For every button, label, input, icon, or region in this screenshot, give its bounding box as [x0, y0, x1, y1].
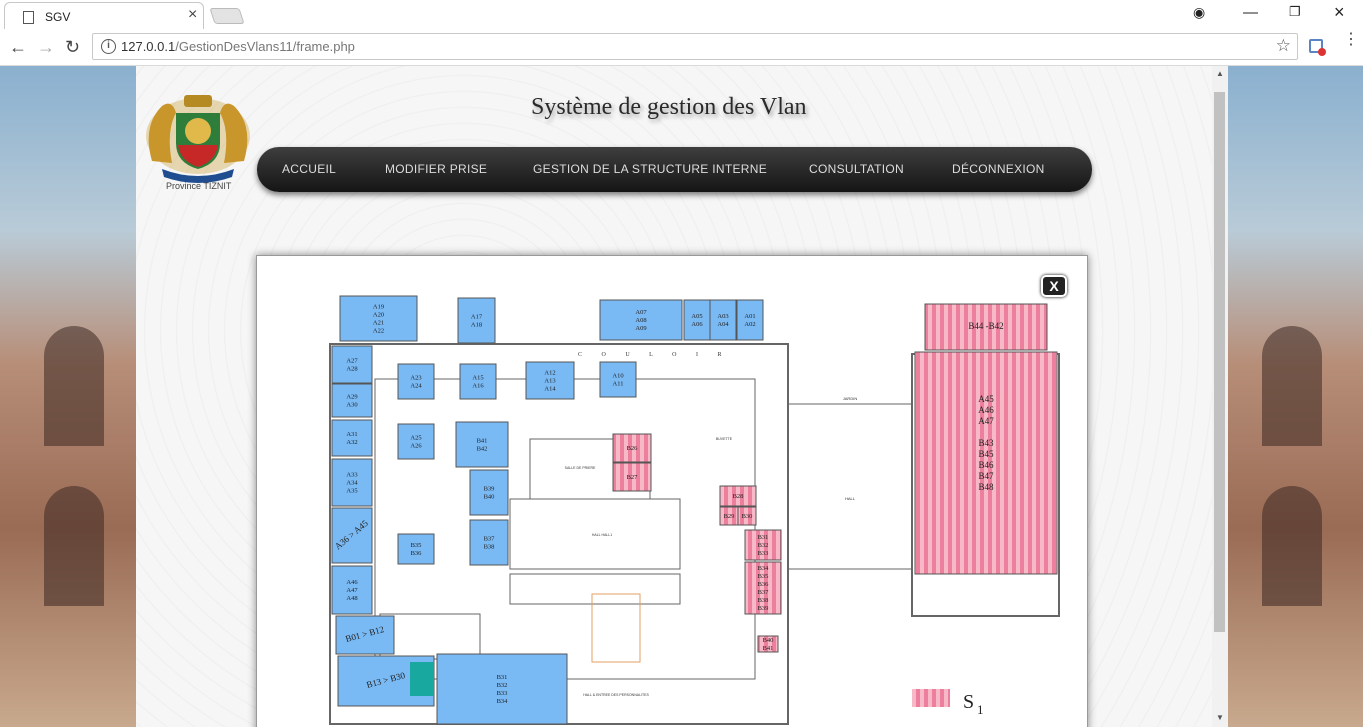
page-scrollbar[interactable]: ▲ ▼ — [1212, 66, 1228, 727]
salle-priere-label: SALLE DE PRIERE — [565, 466, 596, 470]
forward-icon[interactable]: → — [37, 37, 55, 58]
floor-plan[interactable]: A19 A20 A21 A22 A17 A18 A07 A08 A09 A05 A06 A03 A04 A… — [300, 294, 1080, 727]
blue-room-16[interactable] — [397, 423, 435, 460]
pink-room-label-7: B31 B32 B33 — [758, 534, 769, 557]
pink-room-label-9: B40 B41 — [763, 637, 774, 652]
blue-room-label-12: A23 A24 — [410, 375, 422, 390]
blue-room-17[interactable] — [455, 421, 509, 468]
blue-room-13[interactable] — [459, 363, 497, 400]
pink-room-label-5: B29 — [724, 513, 735, 520]
nav-consultation[interactable]: CONSULTATION — [809, 162, 904, 176]
scroll-down-icon[interactable]: ▼ — [1216, 713, 1224, 722]
blue-room-7[interactable] — [331, 383, 373, 418]
pink-room-label-6: B30 — [742, 513, 753, 520]
blue-room-5[interactable] — [736, 299, 764, 341]
blue-room-23[interactable] — [436, 653, 568, 725]
hall-entree-label: HALL & ENTREE DES PERSONNALITES — [583, 693, 649, 697]
page-title: Système de gestion des Vlan — [531, 94, 807, 120]
teal-room — [410, 662, 434, 696]
tab-title: SGV — [45, 10, 71, 24]
blue-room-label-15: A10 A11 — [612, 373, 623, 388]
corridor-label: C O U L O I R — [578, 352, 730, 358]
new-tab-button[interactable] — [209, 8, 245, 24]
blue-room-label-9: A33 A34 A35 — [346, 472, 358, 495]
blue-room-label-17: B41 B42 — [477, 438, 488, 453]
blue-room-19[interactable] — [469, 519, 509, 566]
close-tab-icon[interactable]: × — [188, 6, 197, 24]
profile-icon[interactable]: ◉ — [1193, 4, 1205, 21]
url-text: 127.0.0.1/GestionDesVlans11/frame.php — [121, 39, 355, 54]
blue-room-label-4: A03 A04 — [717, 313, 729, 328]
legend-swatch — [912, 689, 950, 707]
back-icon[interactable]: ← — [9, 37, 27, 58]
logo-caption: Province TIZNIT — [166, 181, 232, 191]
blue-room-6[interactable] — [331, 345, 373, 384]
hall-label: HALL — [845, 496, 856, 501]
main-navbar: ACCUEIL MODIFIER PRISE GESTION DE LA STR… — [257, 147, 1092, 192]
pink-room-label-8: B34 B35 B36 B37 B38 B39 — [758, 565, 770, 612]
nav-modifier-prise[interactable]: MODIFIER PRISE — [385, 162, 487, 176]
pink-room-label-3: B27 — [627, 474, 639, 481]
pink-room-label-1: A45 A46 A47 B43 B45 B46 B47 B48 — [978, 394, 994, 492]
blue-room-label-16: A25 A26 — [410, 435, 422, 450]
blue-room-label-20: B35 B36 — [411, 542, 423, 557]
blue-room-label-8: A31 A32 — [346, 431, 357, 446]
close-window-button[interactable]: × — [1334, 2, 1345, 23]
blue-room-18[interactable] — [469, 469, 509, 516]
blue-room-label-0: A19 A20 A21 A22 — [373, 304, 384, 335]
address-bar[interactable]: i 127.0.0.1/GestionDesVlans11/frame.php … — [92, 33, 1298, 60]
blue-room-label-19: B37 B38 — [484, 536, 496, 551]
blue-room-3[interactable] — [683, 299, 711, 341]
pink-room-label-0: B44 -B42 — [968, 321, 1003, 331]
blue-room-4[interactable] — [709, 299, 737, 341]
legend-subscript: 1 — [977, 702, 984, 717]
nav-deconnexion[interactable]: DÉCONNEXION — [952, 162, 1045, 176]
page-icon — [23, 11, 34, 24]
blue-room-label-2: A07 A08 A09 — [635, 309, 647, 332]
blue-room-label-13: A15 A16 — [472, 375, 484, 390]
blue-room-label-11: A46 A47 A48 — [346, 579, 358, 602]
blue-room-20[interactable] — [397, 533, 435, 565]
info-icon[interactable]: i — [101, 39, 116, 54]
web-page: Province TIZNIT Système de gestion des V… — [0, 66, 1363, 727]
blue-room-label-5: A01 A02 — [744, 313, 755, 328]
blue-room-15[interactable] — [599, 361, 637, 398]
nav-gestion-structure[interactable]: GESTION DE LA STRUCTURE INTERNE — [533, 162, 767, 176]
minimize-button[interactable]: — — [1243, 4, 1258, 21]
tab-bar: SGV × ◉ — ❐ × — [0, 0, 1363, 29]
blue-room-label-6: A27 A28 — [346, 358, 358, 373]
blue-room-label-1: A17 A18 — [471, 314, 483, 329]
jardin-label: JARDIN — [843, 396, 858, 401]
blue-room-1[interactable] — [457, 297, 496, 344]
scroll-up-icon[interactable]: ▲ — [1216, 69, 1224, 78]
browser-toolbar: ← → ↻ i 127.0.0.1/GestionDesVlans11/fram… — [0, 29, 1363, 66]
nav-accueil[interactable]: ACCUEIL — [282, 162, 336, 176]
blue-room-label-23: B31 B32 B33 B34 — [497, 674, 509, 705]
scroll-thumb[interactable] — [1214, 92, 1225, 632]
blue-room-label-7: A29 A30 — [346, 394, 357, 409]
blue-room-12[interactable] — [397, 363, 435, 400]
legend-label: S — [963, 691, 974, 713]
browser-menu-icon[interactable]: ⋮ — [1343, 32, 1359, 48]
blue-room-label-3: A05 A06 — [691, 313, 703, 328]
buvette-label: BUVETTE — [716, 437, 733, 441]
blue-room-label-14: A12 A13 A14 — [544, 370, 556, 393]
pink-room-label-2: B26 — [627, 445, 639, 452]
restore-button[interactable]: ❐ — [1289, 4, 1301, 20]
hall-hall1-label: HALL HALL1 — [592, 533, 612, 537]
bookmark-star-icon[interactable]: ☆ — [1276, 36, 1291, 56]
pink-room-label-4: B28 — [733, 493, 744, 500]
blue-room-label-18: B39 B40 — [484, 486, 495, 501]
extension-icon[interactable] — [1309, 39, 1326, 56]
blue-room-8[interactable] — [331, 419, 373, 457]
reload-icon[interactable]: ↻ — [65, 37, 80, 58]
browser-tab[interactable]: SGV × — [4, 2, 204, 29]
